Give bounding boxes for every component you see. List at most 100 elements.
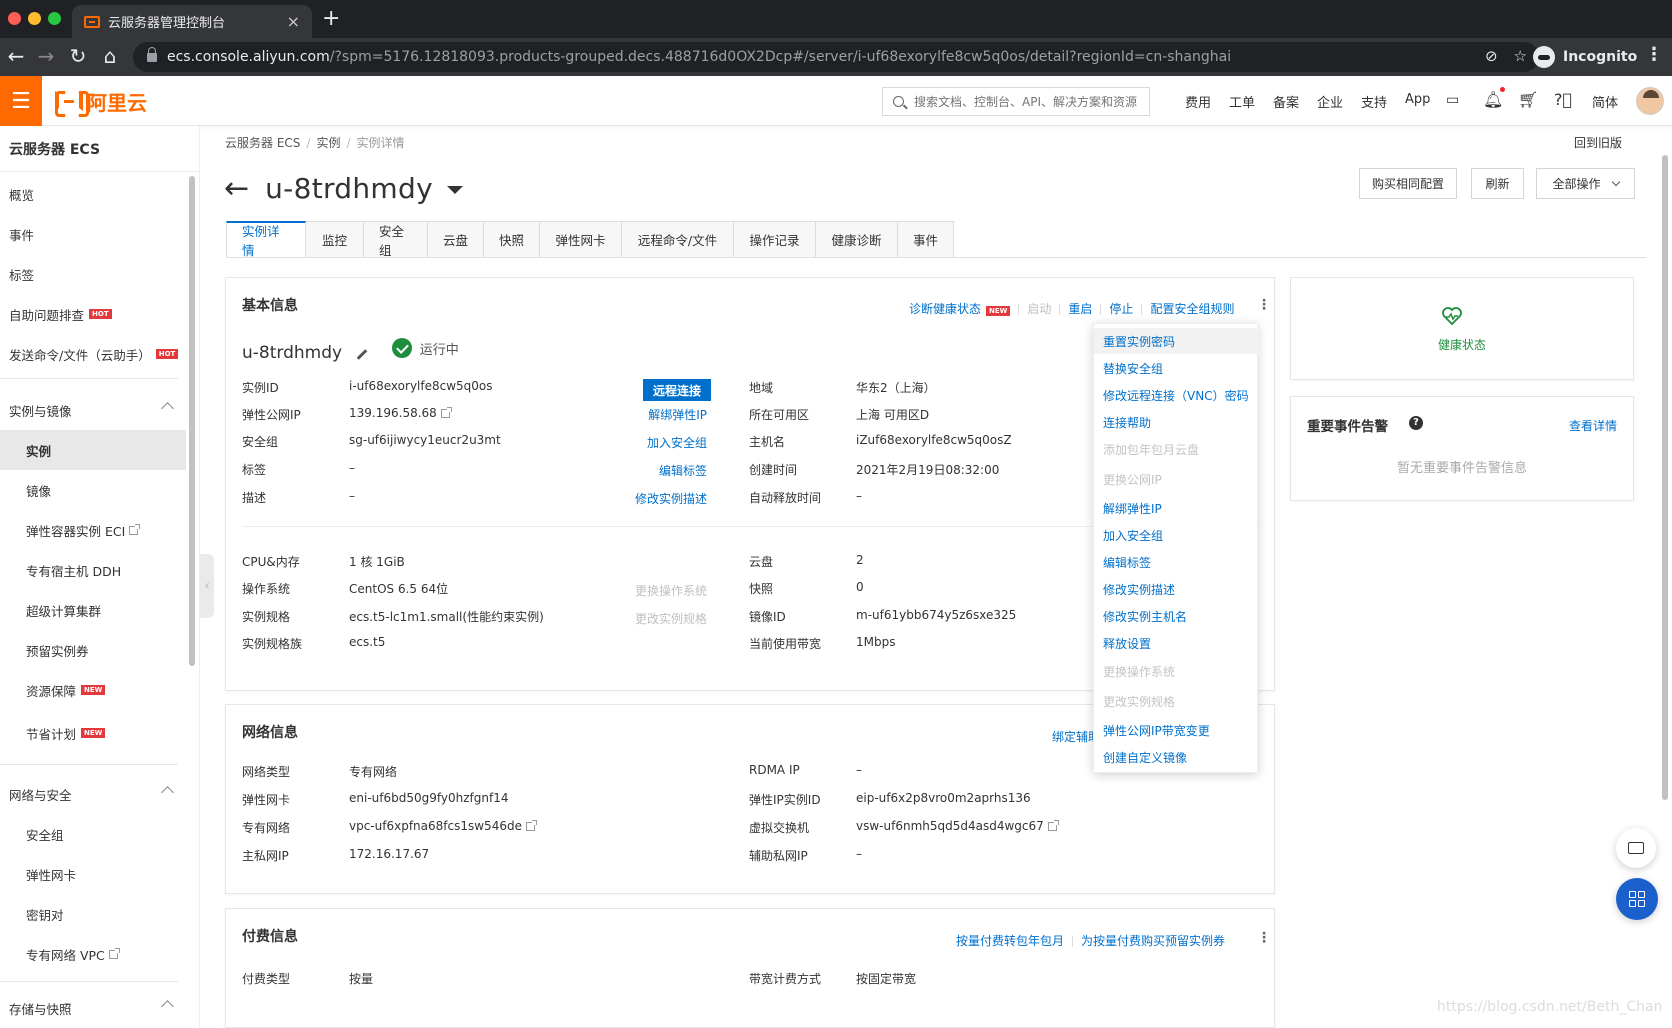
change-spec-link[interactable]: 更改实例规格: [635, 610, 707, 627]
tab-security-groups[interactable]: 安全组: [364, 221, 428, 258]
payg-to-subscription-link[interactable]: 按量付费转包年包月: [956, 934, 1064, 948]
sidebar-item-instances[interactable]: 实例: [0, 430, 186, 470]
browser-menu-icon[interactable]: ⋮: [1645, 44, 1663, 65]
join-sg-link[interactable]: 加入安全组: [647, 434, 707, 451]
sidebar-item-troubleshoot[interactable]: 自助问题排查 HOT: [0, 294, 186, 334]
unbind-eip-link[interactable]: 解绑弹性IP: [648, 406, 707, 423]
sidebar-group-storage-snapshots[interactable]: 存储与快照: [0, 988, 186, 1028]
window-minimize-button[interactable]: [28, 12, 41, 25]
nav-enterprise[interactable]: 企业: [1317, 92, 1343, 111]
sidebar-item-tags[interactable]: 标签: [0, 254, 186, 294]
stop-link[interactable]: 停止: [1109, 302, 1133, 316]
menu-item-create-image[interactable]: 创建自定义镜像: [1094, 744, 1259, 770]
reload-icon[interactable]: ↻: [66, 44, 90, 68]
menu-item-connect-help[interactable]: 连接帮助: [1094, 409, 1259, 435]
refresh-button[interactable]: 刷新: [1471, 168, 1524, 199]
global-search[interactable]: [882, 87, 1150, 116]
menu-item-vnc-password[interactable]: 修改远程连接（VNC）密码: [1094, 382, 1259, 408]
sidebar-item-events[interactable]: 事件: [0, 214, 186, 254]
menu-item-add-subscription-disk[interactable]: 添加包年包月云盘: [1094, 436, 1259, 462]
tab-monitoring[interactable]: 监控: [306, 221, 364, 258]
sidebar-item-ddh[interactable]: 专有宿主机 DDH: [0, 550, 186, 590]
menu-item-edit-tags[interactable]: 编辑标签: [1094, 549, 1259, 575]
terminal-icon[interactable]: ▭: [1446, 92, 1459, 108]
aliyun-logo[interactable]: 阿里云: [55, 88, 147, 115]
external-link-icon[interactable]: [525, 820, 537, 831]
quick-apps-button[interactable]: [1616, 878, 1658, 920]
menu-item-join-sg[interactable]: 加入安全组: [1094, 522, 1259, 548]
menu-item-edit-description[interactable]: 修改实例描述: [1094, 576, 1259, 602]
start-link[interactable]: 启动: [1027, 302, 1051, 316]
tab-remote-commands[interactable]: 远程命令/文件: [622, 221, 734, 258]
nav-app[interactable]: App: [1405, 92, 1430, 107]
help-question-icon[interactable]: ?: [1409, 416, 1423, 430]
external-link-icon[interactable]: [1047, 820, 1059, 831]
bookmark-star-icon[interactable]: ☆: [1514, 47, 1527, 65]
tab-instance-details[interactable]: 实例详情: [226, 221, 306, 258]
breadcrumb-instances[interactable]: 实例: [316, 136, 340, 150]
sidebar-scrollbar[interactable]: [189, 176, 195, 666]
edit-tags-link[interactable]: 编辑标签: [659, 462, 707, 479]
breadcrumb-ecs[interactable]: 云服务器 ECS: [225, 136, 300, 150]
instance-switch-caret-icon[interactable]: [446, 186, 463, 194]
back-arrow-icon[interactable]: ←: [224, 171, 249, 206]
browser-tab[interactable]: 云服务器管理控制台 ×: [72, 5, 312, 38]
restart-link[interactable]: 重启: [1068, 302, 1092, 316]
diagnose-health-link[interactable]: 诊断健康状态: [909, 302, 981, 316]
sidebar-item-savings-plan[interactable]: 节省计划 NEW: [0, 713, 186, 753]
menu-item-reset-password[interactable]: 重置实例密码: [1094, 328, 1259, 354]
buy-same-config-button[interactable]: 购买相同配置: [1359, 168, 1457, 199]
edit-name-icon[interactable]: [356, 349, 368, 360]
remote-connect-button[interactable]: 远程连接: [643, 379, 712, 401]
tab-events[interactable]: 事件: [898, 221, 954, 258]
sidebar-item-eci[interactable]: 弹性容器实例 ECI: [0, 510, 186, 550]
more-actions-icon[interactable]: ⋮: [1257, 930, 1271, 946]
new-tab-button[interactable]: +: [322, 6, 340, 31]
menu-item-unbind-eip[interactable]: 解绑弹性IP: [1094, 495, 1259, 521]
back-icon[interactable]: ←: [4, 44, 28, 68]
incognito-profile[interactable]: Incognito: [1533, 43, 1637, 71]
sidebar-group-network-security[interactable]: 网络与安全: [0, 774, 186, 814]
address-bar[interactable]: ecs.console.aliyun.com /?spm=5176.128180…: [133, 42, 1539, 72]
window-maximize-button[interactable]: [48, 12, 61, 25]
sidebar-item-reserved-instances[interactable]: 预留实例券: [0, 630, 186, 670]
help-icon[interactable]: ?⃝: [1554, 90, 1572, 109]
tab-snapshots[interactable]: 快照: [484, 221, 540, 258]
tab-close-icon[interactable]: ×: [287, 12, 300, 31]
view-details-link[interactable]: 查看详情: [1569, 417, 1617, 434]
change-os-link[interactable]: 更换操作系统: [635, 582, 707, 599]
edit-description-link[interactable]: 修改实例描述: [635, 490, 707, 507]
tab-eni[interactable]: 弹性网卡: [540, 221, 622, 258]
sidebar-item-overview[interactable]: 概览: [0, 174, 186, 214]
nav-tickets[interactable]: 工单: [1229, 92, 1255, 111]
cart-icon[interactable]: 🛒︎: [1518, 90, 1538, 109]
tab-disks[interactable]: 云盘: [428, 221, 484, 258]
nav-icp[interactable]: 备案: [1273, 92, 1299, 111]
config-sg-rules-link[interactable]: 配置安全组规则: [1150, 302, 1234, 316]
hamburger-menu-icon[interactable]: ☰: [0, 76, 42, 126]
sidebar-item-eni[interactable]: 弹性网卡: [0, 854, 186, 894]
sidebar-item-security-groups[interactable]: 安全组: [0, 814, 186, 854]
global-search-input[interactable]: [914, 94, 1144, 109]
sidebar-item-cloud-assistant[interactable]: 发送命令/文件（云助手） HOT: [0, 334, 186, 374]
sidebar-item-vpc[interactable]: 专有网络 VPC: [0, 934, 186, 974]
menu-item-eip-bandwidth[interactable]: 弹性公网IP带宽变更: [1094, 717, 1259, 743]
user-avatar[interactable]: [1636, 87, 1664, 115]
menu-item-replace-sg[interactable]: 替换安全组: [1094, 355, 1259, 381]
language-switch[interactable]: 简体: [1592, 92, 1618, 111]
sidebar-item-scc[interactable]: 超级计算集群: [0, 590, 186, 630]
menu-item-change-spec[interactable]: 更改实例规格: [1094, 688, 1259, 714]
feedback-chat-button[interactable]: [1616, 828, 1656, 868]
nav-fees[interactable]: 费用: [1185, 92, 1211, 111]
back-to-old-version-link[interactable]: 回到旧版: [1574, 134, 1622, 151]
sidebar-group-instances-images[interactable]: 实例与镜像: [0, 390, 186, 430]
sidebar-item-images[interactable]: 镜像: [0, 470, 186, 510]
menu-item-release-settings[interactable]: 释放设置: [1094, 630, 1259, 656]
tracking-protection-icon[interactable]: ⊘: [1485, 47, 1498, 65]
menu-item-edit-hostname[interactable]: 修改实例主机名: [1094, 603, 1259, 629]
all-operations-dropdown[interactable]: 全部操作: [1536, 168, 1635, 199]
tab-operation-logs[interactable]: 操作记录: [734, 221, 816, 258]
sidebar-item-key-pairs[interactable]: 密钥对: [0, 894, 186, 934]
notification-bell-icon[interactable]: 🔔︎: [1483, 90, 1503, 109]
menu-item-change-os[interactable]: 更换操作系统: [1094, 658, 1259, 684]
